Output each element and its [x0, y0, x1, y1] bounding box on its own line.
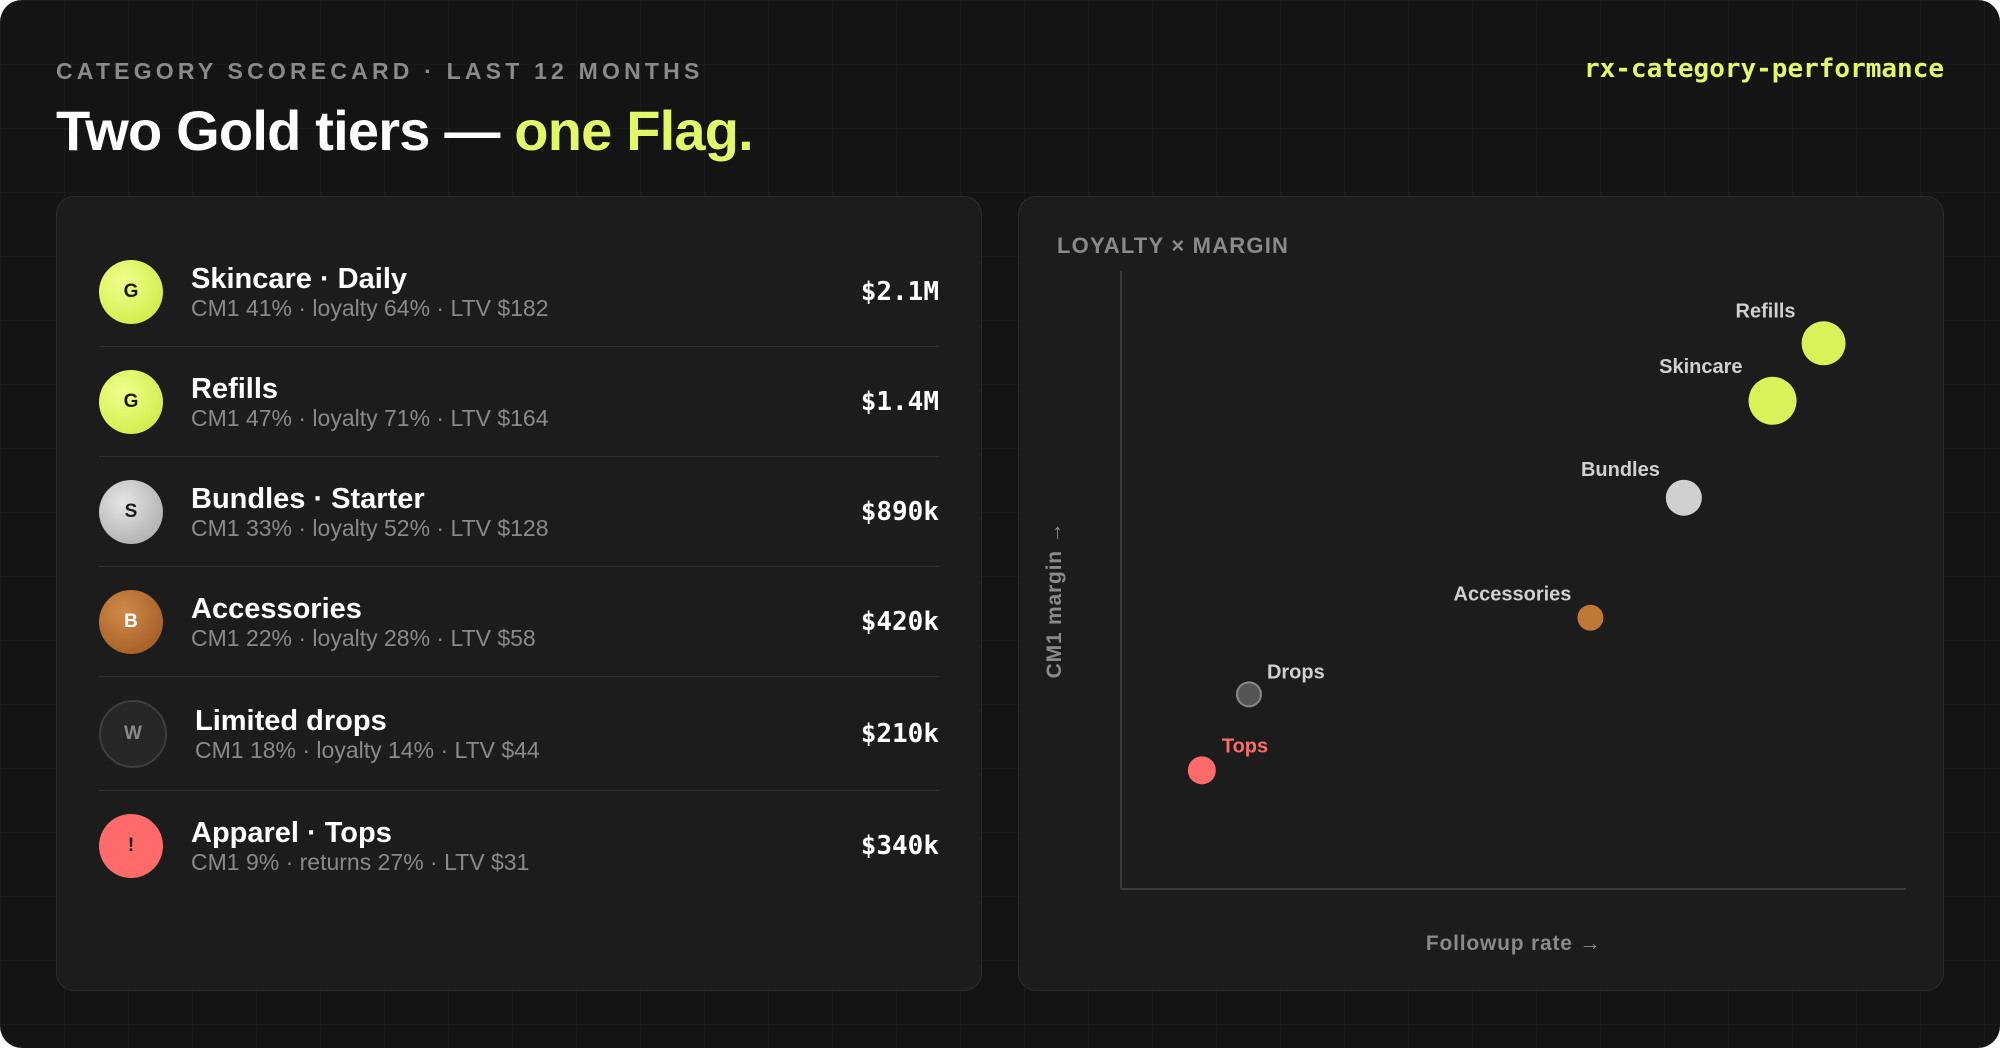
tier-badge-watch: W: [99, 699, 167, 768]
tier-badge-gold: G: [99, 369, 163, 434]
category-name: Apparel · Tops: [191, 817, 392, 849]
scatter-point-refills: [1801, 321, 1846, 366]
point-label-skincare: Skincare: [1659, 356, 1742, 378]
row-text: Apparel · Tops CM1 9% · returns 27% · LT…: [191, 817, 861, 875]
page-title: Two Gold tiers — one Flag.: [56, 98, 754, 163]
category-revenue: $1.4M: [860, 386, 939, 417]
point-label-drops: Drops: [1267, 661, 1325, 683]
scatter-point-skincare: [1748, 376, 1797, 425]
category-revenue: $890k: [860, 496, 939, 527]
chart-panel: LOYALTY × MARGIN Followup rate → CM1 marg…: [1018, 196, 1944, 991]
category-name: Bundles · Starter: [191, 482, 425, 515]
category-name: Accessories: [191, 592, 362, 625]
tier-badge-gold: G: [99, 259, 163, 324]
row-text: Limited drops CM1 18% · loyalty 14% · LT…: [195, 705, 861, 763]
category-metrics: CM1 33% · loyalty 52% · LTV $128: [191, 514, 549, 541]
scorecard-row[interactable]: B Accessories CM1 22% · loyalty 28% · LT…: [99, 567, 939, 677]
category-metrics: CM1 41% · loyalty 64% · LTV $182: [191, 294, 549, 321]
scorecard-panel: G Skincare · Daily CM1 41% · loyalty 64%…: [56, 196, 982, 991]
y-axis-label: CM1 margin →: [1043, 522, 1066, 679]
point-label-tops: Tops: [1222, 735, 1268, 757]
category-revenue: $420k: [860, 606, 939, 637]
category-revenue: $210k: [860, 718, 939, 749]
scatter-point-accessories: [1577, 604, 1604, 631]
page-title-accent: one Flag.: [514, 99, 753, 162]
scorecard-canvas: CATEGORY SCORECARD · LAST 12 MONTHS rx-c…: [0, 0, 2000, 1048]
eyebrow-label: CATEGORY SCORECARD · LAST 12 MONTHS: [56, 58, 704, 84]
category-name: Skincare · Daily: [191, 262, 407, 295]
category-metrics: CM1 18% · loyalty 14% · LTV $44: [195, 736, 540, 763]
category-revenue: $340k: [860, 831, 939, 861]
category-metrics: CM1 22% · loyalty 28% · LTV $58: [191, 624, 536, 651]
category-metrics: CM1 47% · loyalty 71% · LTV $164: [191, 404, 549, 431]
point-label-bundles: Bundles: [1581, 459, 1660, 481]
x-axis-label: Followup rate →: [1426, 932, 1601, 955]
category-metrics: CM1 9% · returns 27% · LTV $31: [191, 849, 530, 875]
row-text: Refills CM1 47% · loyalty 71% · LTV $164: [191, 373, 861, 431]
category-name: Refills: [191, 372, 279, 405]
scorecard-row[interactable]: G Refills CM1 47% · loyalty 71% · LTV $1…: [99, 347, 939, 457]
category-revenue: $2.1M: [860, 276, 939, 307]
scorecard-row[interactable]: ! Apparel · Tops CM1 9% · returns 27% · …: [99, 791, 939, 901]
scatter-chart: Followup rate → CM1 margin → Refills Skinca…: [1043, 271, 1906, 955]
row-text: Bundles · Starter CM1 33% · loyalty 52% …: [191, 483, 861, 541]
page-title-main: Two Gold tiers —: [56, 99, 515, 162]
tier-badge-bronze: B: [99, 589, 163, 654]
point-label-accessories: Accessories: [1454, 584, 1572, 606]
point-label-refills: Refills: [1736, 300, 1796, 322]
category-name: Limited drops: [195, 704, 387, 737]
slug-label: rx-category-performance: [1583, 54, 1944, 84]
row-text: Skincare · Daily CM1 41% · loyalty 64% ·…: [191, 263, 861, 321]
scatter-point-bundles: [1665, 479, 1702, 516]
scatter-point-tops: [1187, 756, 1216, 785]
scorecard-list: G Skincare · Daily CM1 41% · loyalty 64%…: [99, 237, 939, 901]
scorecard-row[interactable]: W Limited drops CM1 18% · loyalty 14% · …: [99, 677, 939, 791]
scorecard-row[interactable]: G Skincare · Daily CM1 41% · loyalty 64%…: [99, 237, 939, 347]
tier-badge-silver: S: [99, 479, 163, 544]
tier-badge-flag: !: [99, 814, 163, 878]
row-text: Accessories CM1 22% · loyalty 28% · LTV …: [191, 593, 861, 651]
scatter-point-drops: [1235, 681, 1262, 708]
scorecard-row[interactable]: S Bundles · Starter CM1 33% · loyalty 52…: [99, 457, 939, 567]
